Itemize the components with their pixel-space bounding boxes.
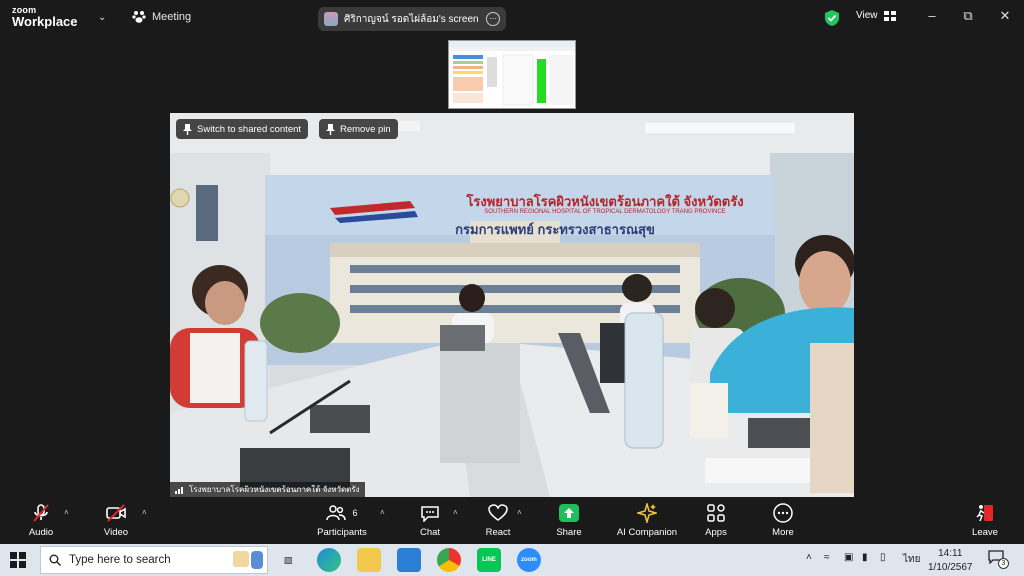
- system-clock[interactable]: 14:11 1/10/2567: [928, 547, 973, 575]
- top-bar: zoom Workplace ⌄ Meeting ศิริกาญจน์ รอดไ…: [0, 0, 1024, 36]
- share-screen-icon: [559, 504, 579, 522]
- pin-icon: [326, 123, 335, 135]
- edge-icon[interactable]: [317, 548, 341, 572]
- signal-icon: [175, 486, 183, 494]
- line-app-label: LINE: [482, 557, 496, 563]
- search-highlight-icon: [233, 551, 263, 569]
- store-icon[interactable]: [397, 548, 421, 572]
- chat-label: Chat: [419, 527, 441, 538]
- more-label: More: [772, 527, 794, 538]
- more-icon: [773, 503, 793, 523]
- ai-companion-label: AI Companion: [616, 527, 678, 538]
- chevron-down-icon[interactable]: ⌄: [98, 12, 106, 23]
- apps-button[interactable]: Apps: [681, 502, 751, 538]
- windows-start-icon[interactable]: [10, 552, 26, 573]
- react-label: React: [485, 527, 511, 538]
- meeting-label: Meeting: [152, 11, 192, 23]
- shared-screen-thumbnail[interactable]: [448, 40, 576, 109]
- windows-taskbar: Type here to search ▧ LINE zoom ˄ ≈ ▣ ▮ …: [0, 544, 1024, 576]
- task-view-icon[interactable]: ▧: [276, 548, 300, 572]
- participant-name-bar: โรงพยาบาลโรคผิวหนังเขตร้อนภาคใต้ จังหวัด…: [170, 482, 365, 497]
- participant-name: โรงพยาบาลโรคผิวหนังเขตร้อนภาคใต้ จังหวัด…: [189, 485, 360, 494]
- avatar: [324, 12, 338, 26]
- search-placeholder: Type here to search: [69, 554, 171, 566]
- meeting-toolbar: Audio ˄ Video ˄ 6 Participants ˄ Chat ˄ …: [0, 498, 1024, 544]
- zoom-app-label: zoom: [521, 557, 537, 563]
- switch-label: Switch to shared content: [197, 123, 302, 135]
- apps-icon: [707, 504, 725, 522]
- chrome-icon[interactable]: [437, 548, 461, 572]
- mic-muted-icon: [33, 504, 49, 522]
- more-options-icon[interactable]: ···: [486, 12, 500, 26]
- close-icon[interactable]: ✕: [995, 8, 1015, 24]
- banner-department: กรมการแพทย์ กระทรวงสาธารณสุข: [455, 222, 655, 237]
- participants-count: 6: [352, 508, 358, 518]
- security-shield-icon[interactable]: [824, 9, 840, 32]
- restore-icon[interactable]: ⧉: [958, 8, 978, 24]
- share-label: ศิริกาญจน์ รอดไผ่ล้อม's screen: [344, 13, 479, 25]
- meeting-room-image: [170, 113, 854, 497]
- more-button[interactable]: More: [748, 502, 818, 538]
- show-hidden-icons-icon[interactable]: ˄: [806, 552, 812, 563]
- leave-button[interactable]: Leave: [950, 502, 1020, 538]
- notification-center-icon[interactable]: 3: [988, 550, 1009, 570]
- screen-share-indicator[interactable]: ศิริกาญจน์ รอดไผ่ล้อม's screen ···: [318, 7, 506, 31]
- leave-label: Leave: [972, 527, 998, 538]
- notification-badge: 3: [998, 558, 1009, 569]
- clock-time: 14:11: [938, 548, 963, 559]
- language-indicator[interactable]: ไทย: [903, 552, 920, 567]
- sparkle-icon: [637, 503, 657, 523]
- chat-options-caret-icon[interactable]: ˄: [453, 508, 458, 517]
- view-label: View: [856, 10, 878, 21]
- participants-button[interactable]: 6 Participants: [307, 502, 377, 538]
- switch-to-shared-content-button[interactable]: Switch to shared content: [176, 119, 309, 139]
- line-icon[interactable]: LINE: [477, 548, 501, 572]
- video-label: Video: [103, 527, 129, 538]
- camera-off-icon: [106, 504, 126, 522]
- react-options-caret-icon[interactable]: ˄: [517, 508, 522, 517]
- wifi-icon[interactable]: ≈: [824, 552, 830, 563]
- brand-bottom: Workplace: [12, 14, 78, 29]
- heart-icon: [488, 504, 508, 521]
- react-button[interactable]: React: [463, 502, 533, 538]
- clock-date: 1/10/2567: [928, 562, 973, 573]
- video-button[interactable]: Video: [81, 502, 151, 538]
- grid-view-icon: [883, 10, 896, 21]
- network-icon[interactable]: ▣: [844, 552, 853, 563]
- microphone-icon[interactable]: ▮: [862, 552, 868, 563]
- apps-label: Apps: [705, 527, 727, 538]
- zoom-taskbar-icon[interactable]: zoom: [517, 548, 541, 572]
- meeting-icon: [132, 11, 146, 23]
- taskbar-search-input[interactable]: Type here to search: [40, 546, 268, 574]
- leave-icon: [976, 505, 993, 522]
- chat-icon: [421, 506, 439, 522]
- meeting-menu[interactable]: Meeting: [132, 10, 191, 24]
- participants-label: Participants: [317, 527, 367, 538]
- minimize-icon[interactable]: –: [922, 8, 942, 23]
- share-label: Share: [556, 527, 582, 538]
- file-explorer-icon[interactable]: [357, 548, 381, 572]
- remove-pin-label: Remove pin: [340, 123, 391, 135]
- share-button[interactable]: Share: [534, 502, 604, 538]
- banner-subtitle: SOUTHERN REGIONAL HOSPITAL OF TROPICAL D…: [484, 209, 726, 215]
- pin-icon: [183, 123, 192, 135]
- audio-label: Audio: [28, 527, 54, 538]
- participants-icon: [326, 505, 347, 521]
- battery-icon[interactable]: ▯: [880, 552, 886, 563]
- remove-pin-button[interactable]: Remove pin: [319, 119, 398, 139]
- view-button[interactable]: View: [856, 10, 896, 21]
- audio-options-caret-icon[interactable]: ˄: [64, 508, 69, 517]
- video-options-caret-icon[interactable]: ˄: [142, 508, 147, 517]
- main-video[interactable]: Switch to shared content Remove pin โรงพ…: [170, 113, 854, 497]
- search-icon: [49, 554, 61, 566]
- zoom-logo[interactable]: zoom Workplace: [12, 6, 78, 29]
- ai-companion-button[interactable]: AI Companion: [611, 502, 683, 538]
- participants-options-caret-icon[interactable]: ˄: [380, 508, 385, 517]
